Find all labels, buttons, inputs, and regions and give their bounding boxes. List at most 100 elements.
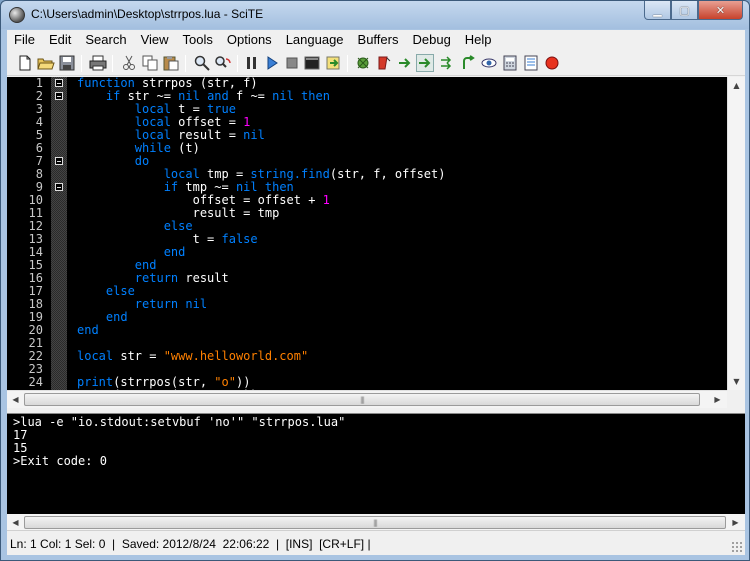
text-token: tmp ~= — [178, 180, 236, 194]
step-over-icon[interactable] — [375, 54, 393, 72]
keyword-token: nil — [243, 128, 265, 142]
debug-step-icon[interactable] — [354, 54, 372, 72]
minimize-button[interactable]: ▁ — [644, 1, 671, 20]
fold-toggle-icon[interactable] — [55, 79, 63, 87]
find-icon[interactable] — [193, 54, 211, 72]
text-token: offset = — [170, 115, 244, 129]
toolbar — [7, 51, 745, 76]
code-line: local str = "www.helloworld.com" — [77, 350, 308, 363]
paste-icon[interactable] — [162, 54, 180, 72]
compile-icon[interactable] — [243, 54, 261, 72]
menu-tools[interactable]: Tools — [176, 30, 220, 50]
watch-icon[interactable] — [438, 54, 456, 72]
keyword-token: if — [163, 180, 179, 194]
close-icon: ✕ — [715, 3, 726, 17]
print-icon[interactable] — [89, 54, 107, 72]
step-out-icon[interactable] — [396, 54, 414, 72]
save-icon[interactable] — [58, 54, 76, 72]
breakpoint-icon[interactable] — [543, 54, 561, 72]
keyword-token: local — [134, 102, 171, 116]
string-token: "www.helloworld.com" — [163, 349, 309, 363]
number-token: 1 — [322, 193, 330, 207]
keyword-token: else — [105, 284, 135, 298]
menu-help[interactable]: Help — [458, 30, 499, 50]
text-token: str = — [113, 349, 164, 363]
code-area[interactable]: function strrpos (str, f) if str ~= nil … — [77, 77, 727, 408]
number-token: 1 — [243, 115, 251, 129]
fold-margin[interactable] — [51, 77, 67, 408]
output-hscroll-thumb[interactable]: ||| — [24, 516, 726, 529]
go-icon[interactable] — [303, 54, 321, 72]
output-horizontal-scrollbar[interactable]: ◀ ||| ▶ — [7, 514, 745, 531]
scroll-left-arrow-icon[interactable]: ◀ — [7, 391, 24, 408]
copy-icon[interactable] — [141, 54, 159, 72]
open-folder-icon[interactable] — [37, 54, 55, 72]
scroll-up-arrow-icon[interactable]: ▲ — [728, 77, 745, 94]
keyword-token: return — [134, 271, 179, 285]
build-icon[interactable] — [263, 54, 281, 72]
fold-toggle-icon[interactable] — [55, 183, 63, 191]
menu-view[interactable]: View — [134, 30, 176, 50]
editor-horizontal-scrollbar[interactable]: ◀ ||| ▶ — [7, 390, 727, 408]
menu-file[interactable]: File — [7, 30, 42, 50]
stack-icon[interactable] — [522, 54, 540, 72]
scroll-right-arrow-icon[interactable]: ▶ — [709, 391, 726, 408]
keyword-token: return — [134, 297, 179, 311]
locals-icon[interactable] — [480, 54, 498, 72]
text-token: (strrpos(str, — [113, 375, 215, 389]
title-bar[interactable]: C:\Users\admin\Desktop\strrpos.lua - Sci… — [1, 1, 749, 29]
scite-window: C:\Users\admin\Desktop\strrpos.lua - Sci… — [0, 0, 750, 561]
keyword-token: nil — [272, 89, 294, 103]
maximize-button[interactable]: ▢ — [671, 1, 698, 20]
cut-icon[interactable] — [120, 54, 138, 72]
editor-vertical-scrollbar[interactable]: ▲ ▼ — [727, 77, 745, 390]
menu-options[interactable]: Options — [220, 30, 279, 50]
code-line: end — [77, 324, 99, 337]
output-scroll-left-arrow-icon[interactable]: ◀ — [7, 514, 24, 531]
menu-debug[interactable]: Debug — [405, 30, 457, 50]
new-file-icon[interactable] — [16, 54, 34, 72]
menu-language[interactable]: Language — [279, 30, 351, 50]
menu-buffers[interactable]: Buffers — [351, 30, 406, 50]
text-token: result = tmp — [77, 206, 280, 220]
output-scroll-right-arrow-icon[interactable]: ▶ — [727, 514, 744, 531]
editor-hscroll-thumb[interactable]: ||| — [24, 393, 700, 406]
keyword-token: end — [77, 323, 99, 337]
find-replace-icon[interactable] — [214, 54, 232, 72]
code-editor[interactable]: 1234567891011121314151617181920212223242… — [7, 77, 745, 415]
keyword-token: end — [134, 258, 157, 272]
resize-grip-icon[interactable] — [731, 541, 743, 553]
menu-edit[interactable]: Edit — [42, 30, 78, 50]
keyword-token: local — [163, 167, 200, 181]
fold-toggle-icon[interactable] — [55, 157, 63, 165]
output-pane[interactable]: >lua -e "io.stdout:setvbuf 'no'" "strrpo… — [7, 413, 745, 531]
inspect-icon[interactable] — [416, 54, 434, 72]
output-line: >lua -e "io.stdout:setvbuf 'no'" "strrpo… — [13, 415, 346, 429]
keyword-token: end — [163, 245, 186, 259]
debug-run-icon[interactable] — [324, 54, 342, 72]
stop-icon[interactable] — [283, 54, 301, 72]
keyword-token: and — [207, 89, 229, 103]
string-token: "o" — [214, 375, 236, 389]
keyword-token: local — [134, 128, 171, 142]
text-token: str ~= — [120, 89, 179, 103]
fold-toggle-icon[interactable] — [55, 92, 63, 100]
calculator-icon[interactable] — [501, 54, 519, 72]
keyword-token: if — [105, 89, 121, 103]
scroll-down-arrow-icon[interactable]: ▼ — [728, 373, 745, 390]
window-title: C:\Users\admin\Desktop\strrpos.lua - Sci… — [31, 7, 264, 21]
return-icon[interactable] — [459, 54, 477, 72]
status-bar: Ln: 1 Col: 1 Sel: 0 | Saved: 2012/8/24 2… — [7, 530, 745, 555]
close-button[interactable]: ✕ — [698, 1, 743, 20]
text-token: f ~= — [228, 89, 273, 103]
menu-search[interactable]: Search — [78, 30, 133, 50]
